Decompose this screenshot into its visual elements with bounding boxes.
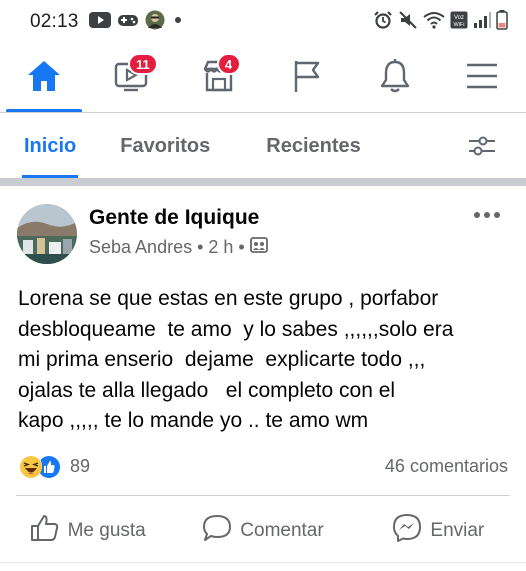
reaction-icons — [18, 454, 60, 478]
more-dot — [494, 212, 500, 218]
nav-pages[interactable] — [263, 44, 351, 112]
feed-separator — [0, 178, 526, 186]
tab-recientes[interactable]: Recientes — [266, 114, 361, 178]
meta-separator: • — [197, 237, 204, 257]
reactions-row[interactable]: 89 46 comentarios — [0, 448, 526, 484]
mute-icon — [398, 10, 418, 35]
post-author[interactable]: Seba Andres — [89, 237, 192, 258]
post-actions: Me gusta Comentar Enviar — [0, 504, 526, 558]
post-time[interactable]: 2 h — [208, 237, 233, 258]
send-label: Enviar — [430, 520, 485, 541]
hamburger-icon — [465, 61, 499, 96]
flag-icon — [290, 58, 324, 99]
alarm-icon — [373, 10, 393, 35]
group-avatar[interactable] — [17, 204, 77, 264]
reaction-count: 89 — [70, 456, 91, 476]
nav-menu[interactable] — [438, 44, 526, 112]
like-label: Me gusta — [67, 520, 146, 541]
filter-button[interactable] — [468, 134, 496, 163]
battery-icon — [496, 9, 508, 35]
signal-icon — [473, 11, 491, 33]
tab-favoritos[interactable]: Favoritos — [120, 114, 210, 178]
post-more-button[interactable] — [474, 212, 500, 218]
like-button[interactable]: Me gusta — [0, 504, 175, 558]
comments-count[interactable]: 46 comentarios — [385, 456, 508, 477]
nav-watch[interactable]: 11 — [88, 44, 176, 112]
post-meta: Seba Andres • 2 h • — [89, 237, 268, 258]
bottom-line — [0, 562, 526, 563]
tab-inicio[interactable]: Inicio — [21, 114, 79, 178]
status-time: 02:13 — [30, 11, 79, 32]
thumbs-up-icon — [30, 514, 60, 548]
group-audience-icon — [249, 237, 268, 258]
svg-text:Voz: Voz — [454, 15, 464, 21]
nav-notifications[interactable] — [351, 44, 439, 112]
nav-divider — [0, 112, 526, 113]
bell-icon — [378, 58, 412, 99]
marketplace-badge: 4 — [216, 53, 241, 75]
more-dot — [484, 212, 490, 218]
filter-sliders-icon — [468, 136, 496, 162]
post-divider — [16, 495, 510, 496]
status-right-icons: Voz WiFi — [373, 9, 508, 35]
top-navigation: 11 4 — [0, 44, 526, 112]
comment-button[interactable]: Comentar — [175, 504, 350, 558]
game-controller-icon — [117, 12, 139, 33]
more-dot — [474, 212, 480, 218]
nav-home[interactable] — [0, 44, 88, 112]
post-header: Gente de Iquique Seba Andres • 2 h • — [0, 196, 526, 272]
status-bar: 02:13 Voz WiFi — [0, 0, 526, 44]
comment-label: Comentar — [240, 520, 324, 541]
comment-icon — [202, 514, 232, 548]
svg-text:WiFi: WiFi — [454, 22, 465, 28]
meta-separator-2: • — [238, 237, 245, 257]
messenger-icon — [392, 513, 422, 549]
send-button[interactable]: Enviar — [351, 504, 526, 558]
watch-badge: 11 — [128, 53, 158, 75]
wifi-icon — [423, 11, 445, 34]
dot-icon — [171, 13, 185, 32]
post-body-text: Lorena se que estas en este grupo , porf… — [18, 287, 454, 432]
group-name[interactable]: Gente de Iquique — [89, 206, 259, 230]
volte-icon: Voz WiFi — [450, 11, 468, 34]
haha-icon — [18, 454, 42, 478]
feed-tabs: Inicio Favoritos Recientes — [0, 114, 526, 178]
nav-marketplace[interactable]: 4 — [175, 44, 263, 112]
youtube-icon — [88, 11, 111, 33]
home-icon — [26, 59, 62, 98]
status-left-icons — [88, 10, 185, 35]
avatar-notification-icon — [145, 10, 165, 35]
